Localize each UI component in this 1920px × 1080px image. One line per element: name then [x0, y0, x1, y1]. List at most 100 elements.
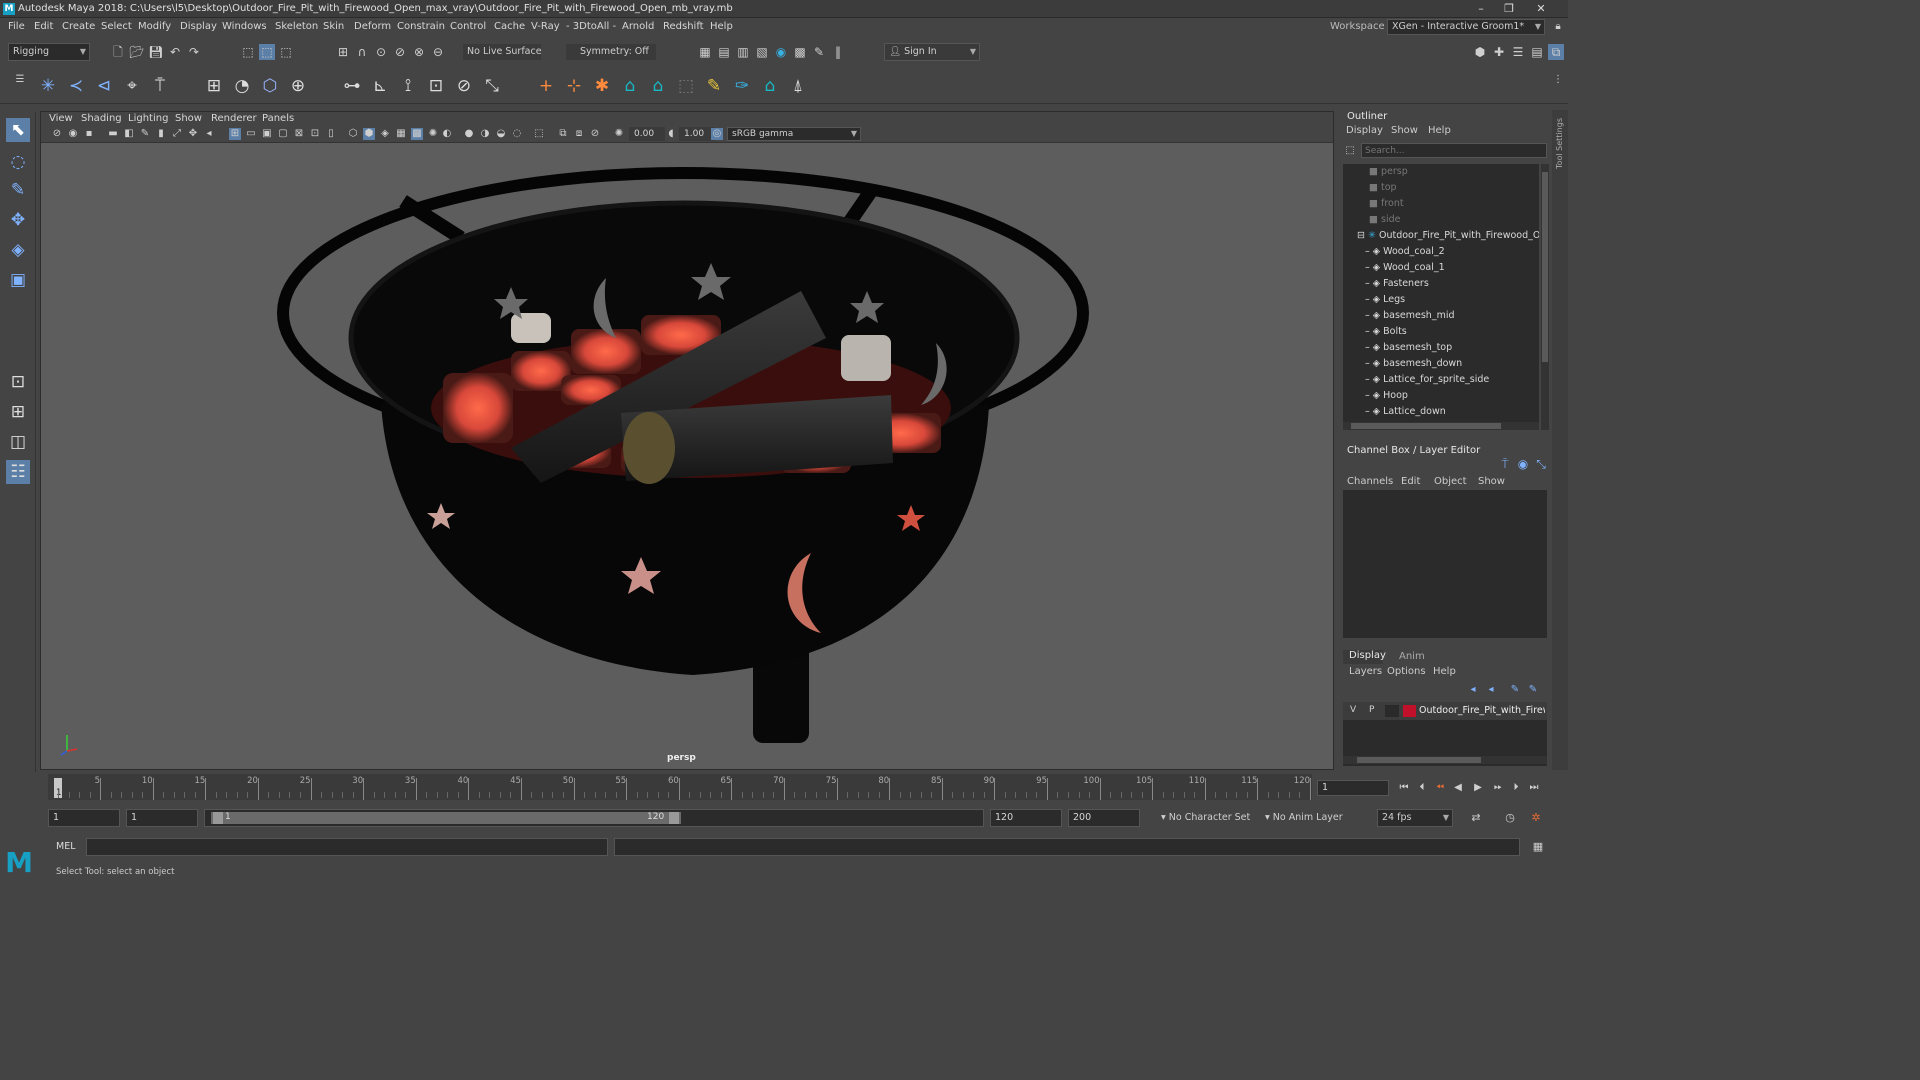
- layer-menu-help[interactable]: Help: [1433, 666, 1456, 677]
- field-chart-icon[interactable]: ⊠: [293, 128, 305, 140]
- step-forward-key-icon[interactable]: ⏵︎: [1508, 780, 1524, 796]
- empty-slot-icon[interactable]: ⬚: [674, 74, 698, 98]
- auto-key-icon[interactable]: ◷: [1502, 810, 1518, 826]
- move-tool-icon[interactable]: ✥: [6, 208, 30, 232]
- grid-icon[interactable]: ⊞: [229, 128, 241, 140]
- lattice-icon[interactable]: ⊞: [202, 74, 226, 98]
- ambient-occlusion-icon[interactable]: ◐: [441, 128, 453, 140]
- start-time-field[interactable]: 1: [48, 809, 120, 827]
- channel-menu-edit[interactable]: Edit: [1401, 476, 1420, 487]
- outliner-vscroll-thumb[interactable]: [1542, 172, 1548, 362]
- outliner-camera-front[interactable]: ■ front: [1343, 196, 1539, 212]
- save-scene-icon[interactable]: 💾︎: [148, 44, 164, 60]
- menu-skeleton[interactable]: Skeleton: [275, 21, 318, 32]
- exposure-icon[interactable]: ✺: [613, 128, 625, 140]
- backface-icon[interactable]: ⊘: [589, 128, 601, 140]
- channel-box-area[interactable]: [1343, 490, 1547, 638]
- step-back-frame-icon[interactable]: ⏪︎: [1432, 780, 1448, 796]
- menu-file[interactable]: File: [8, 21, 25, 32]
- snap-view-icon[interactable]: ⊘: [392, 44, 408, 60]
- grease-pencil-icon[interactable]: ✎: [139, 128, 151, 140]
- outliner-item[interactable]: – ◈ Hoop: [1343, 388, 1539, 404]
- outliner-menu-show[interactable]: Show: [1391, 125, 1418, 136]
- animation-prefs-icon[interactable]: ✲: [1528, 810, 1544, 826]
- arnold-light-icon[interactable]: ⌂: [646, 74, 670, 98]
- menu-create[interactable]: Create: [62, 21, 95, 32]
- aim-constraint-icon[interactable]: ⊘: [452, 74, 476, 98]
- layer-playback-toggle[interactable]: P: [1369, 705, 1374, 715]
- joint-orient-icon[interactable]: ⊹: [562, 74, 586, 98]
- outliner-item[interactable]: – ◈ Wood_coal_1: [1343, 260, 1539, 276]
- live-surface-field[interactable]: No Live Surface: [462, 43, 542, 61]
- scale-constraint-icon[interactable]: ⊡: [424, 74, 448, 98]
- outliner-item[interactable]: – ◈ Fasteners: [1343, 276, 1539, 292]
- pause-icon[interactable]: ‖: [830, 44, 846, 60]
- current-frame-field[interactable]: 1: [1317, 780, 1389, 796]
- gamma-icon[interactable]: ◖: [665, 128, 677, 140]
- menu-select[interactable]: Select: [101, 21, 132, 32]
- character-controls-icon[interactable]: ✚: [1491, 44, 1507, 60]
- layer-color-swatch[interactable]: [1403, 705, 1416, 717]
- menu-windows[interactable]: Windows: [222, 21, 267, 32]
- dolly-icon[interactable]: ◂: [203, 128, 215, 140]
- safe-action-icon[interactable]: ⊡: [309, 128, 321, 140]
- sculpt-icon[interactable]: ✑: [730, 74, 754, 98]
- film-gate-icon[interactable]: ▭: [245, 128, 257, 140]
- xray-joints-icon[interactable]: ⧉: [557, 128, 569, 140]
- open-scene-icon[interactable]: 📂︎: [129, 44, 145, 60]
- shadows-icon[interactable]: ✺: [427, 128, 439, 140]
- vp-menu-view[interactable]: View: [49, 113, 73, 124]
- outliner-item[interactable]: – ◈ basemesh_top: [1343, 340, 1539, 356]
- wrap-icon[interactable]: ⬡: [258, 74, 282, 98]
- playback-start-field[interactable]: 1: [126, 809, 198, 827]
- menu-modify[interactable]: Modify: [138, 21, 171, 32]
- wireframe-icon[interactable]: ⬡: [347, 128, 359, 140]
- paint-select-icon[interactable]: ✎: [6, 178, 30, 202]
- outliner-hscrollbar[interactable]: [1343, 422, 1539, 430]
- select-component-icon[interactable]: ⬚: [278, 44, 294, 60]
- hik-icon[interactable]: ⍑: [148, 74, 172, 98]
- menu-deform[interactable]: Deform: [354, 21, 391, 32]
- lasso-tool-icon[interactable]: ◌: [6, 150, 30, 174]
- layer-tab-display[interactable]: Display: [1343, 650, 1386, 664]
- menu-arnold[interactable]: Arnold: [622, 21, 654, 32]
- scroll-handle-icon[interactable]: ⋮: [1550, 72, 1566, 88]
- outliner-camera-persp[interactable]: ■ persp: [1343, 164, 1539, 180]
- outliner-vscrollbar[interactable]: [1541, 164, 1549, 430]
- scale-tool-icon[interactable]: ▣: [6, 268, 30, 292]
- outliner-item[interactable]: – ◈ Bolts: [1343, 324, 1539, 340]
- two-d-pan-icon[interactable]: ◧: [123, 128, 135, 140]
- menu-cache[interactable]: Cache: [494, 21, 525, 32]
- outliner-item[interactable]: – ◈ Legs: [1343, 292, 1539, 308]
- minimize-icon[interactable]: –: [1468, 1, 1494, 17]
- outliner-item[interactable]: – ◈ basemesh_down: [1343, 356, 1539, 372]
- vp-menu-panels[interactable]: Panels: [262, 113, 294, 124]
- camera-select-icon[interactable]: ⊘: [51, 128, 63, 140]
- redo-icon[interactable]: ↷: [186, 44, 202, 60]
- range-slider-handle[interactable]: 1 120: [211, 812, 681, 824]
- menu-3dtoall[interactable]: - 3DtoAll -: [566, 21, 616, 32]
- layer-hscrollbar[interactable]: [1343, 756, 1547, 764]
- go-to-end-icon[interactable]: ⏭︎: [1526, 780, 1542, 796]
- image-plane-icon[interactable]: ▬: [107, 128, 119, 140]
- textured-icon[interactable]: ▦: [395, 128, 407, 140]
- menu-help[interactable]: Help: [710, 21, 733, 32]
- menu-skin[interactable]: Skin: [323, 21, 344, 32]
- layer-tab-anim[interactable]: Anim: [1399, 651, 1425, 662]
- anim-layer-dropdown[interactable]: ▾ No Anim Layer: [1260, 809, 1360, 827]
- range-end-grip[interactable]: [669, 812, 679, 824]
- menu-control[interactable]: Control: [450, 21, 486, 32]
- redshift-icon[interactable]: ⌂: [758, 74, 782, 98]
- isolate-icon[interactable]: ◌: [511, 128, 523, 140]
- shelf-menu-icon[interactable]: ☰: [12, 72, 28, 88]
- menu-constrain[interactable]: Constrain: [397, 21, 445, 32]
- track-icon[interactable]: ✥: [187, 128, 199, 140]
- vray-icon[interactable]: ▩: [792, 44, 808, 60]
- snap-vertex-icon[interactable]: ⊖: [430, 44, 446, 60]
- locator-icon[interactable]: +: [534, 74, 558, 98]
- menu-display[interactable]: Display: [180, 21, 217, 32]
- gamma-field[interactable]: 1.00: [679, 127, 715, 141]
- lock-icon[interactable]: 🔒︎: [1550, 19, 1566, 35]
- use-lights-icon[interactable]: ▩: [411, 128, 423, 140]
- layout-single-icon[interactable]: ⊡: [6, 370, 30, 394]
